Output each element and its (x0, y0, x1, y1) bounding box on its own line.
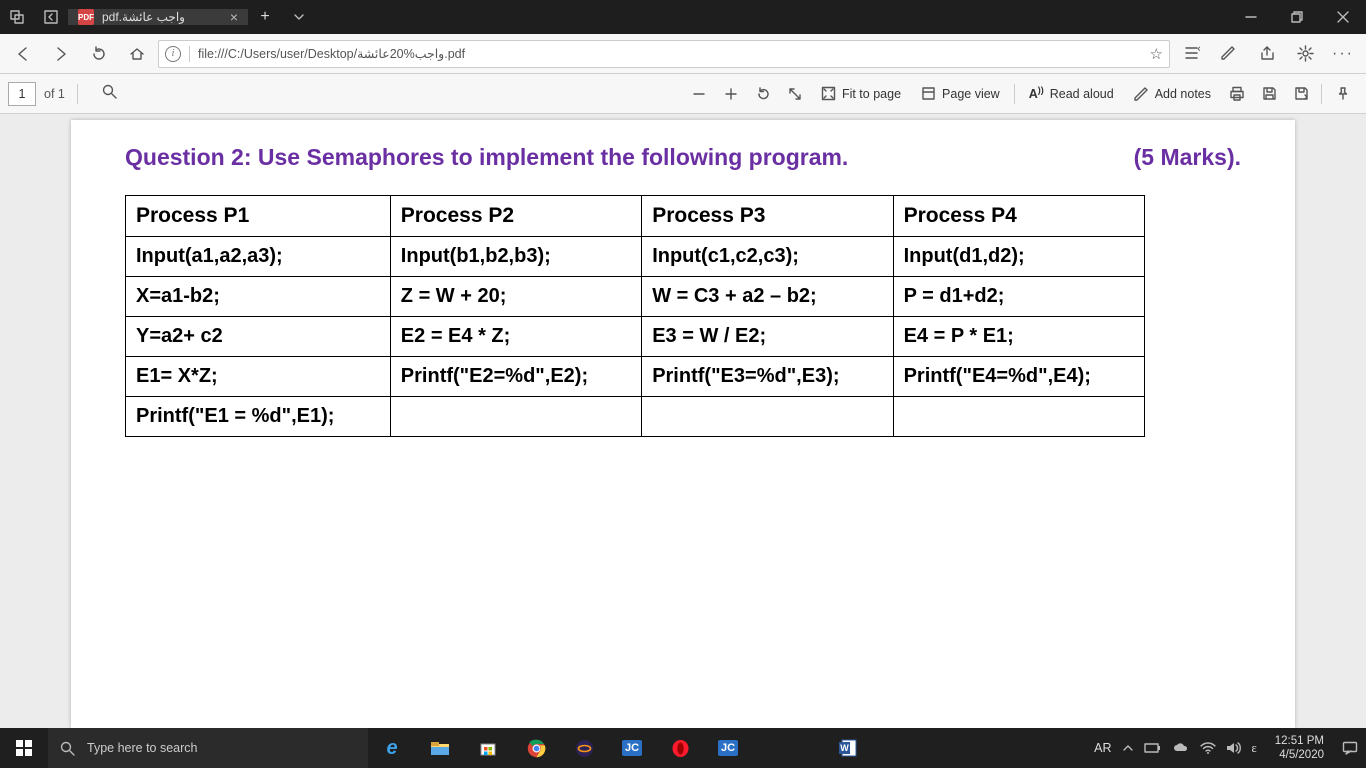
question-marks: (5 Marks). (1134, 144, 1241, 171)
taskbar-app-jcreator-2[interactable]: JC (704, 728, 752, 768)
taskbar-app-eclipse[interactable] (560, 728, 608, 768)
browser-toolbar: i file:///C:/Users/user/Desktop/واجب%20ع… (0, 34, 1366, 74)
tray-time: 12:51 PM (1275, 734, 1324, 748)
add-notes-label: Add notes (1155, 87, 1211, 101)
fit-to-page-label: Fit to page (842, 87, 901, 101)
taskbar-app-jcreator-1[interactable]: JC (608, 728, 656, 768)
home-button[interactable] (120, 37, 154, 71)
tray-language[interactable]: AR (1094, 741, 1111, 755)
minimize-button[interactable] (1228, 0, 1274, 34)
windows-taskbar: Type here to search e JC JC W AR (0, 728, 1366, 768)
set-aside-tabs-icon[interactable] (34, 10, 68, 24)
add-notes-button[interactable]: Add notes (1124, 78, 1221, 110)
back-button[interactable] (6, 37, 40, 71)
taskbar-app-explorer[interactable] (416, 728, 464, 768)
window-titlebar: PDF pdf.واجب عائشة × + (0, 0, 1366, 34)
taskbar-search[interactable]: Type here to search (48, 728, 368, 768)
save-button[interactable] (1253, 78, 1285, 110)
page-view-label: Page view (942, 87, 1000, 101)
table-row: X=a1-b2;Z = W + 20;W = C3 + a2 – b2;P = … (126, 277, 1145, 317)
tray-battery-icon[interactable] (1144, 742, 1162, 754)
tab-title: pdf.واجب عائشة (102, 10, 222, 24)
table-header-row: Process P1 Process P2 Process P3 Process… (126, 196, 1145, 237)
tray-onedrive-icon[interactable] (1172, 742, 1190, 754)
col-header: Process P2 (390, 196, 641, 237)
tab-overflow-icon[interactable] (282, 11, 316, 23)
col-header: Process P3 (642, 196, 893, 237)
taskbar-app-edge[interactable]: e (368, 728, 416, 768)
fit-to-page-button[interactable]: Fit to page (811, 78, 911, 110)
pdf-viewport[interactable]: Question 2: Use Semaphores to implement … (0, 114, 1366, 728)
pdf-file-icon: PDF (78, 9, 94, 25)
tray-ime[interactable]: ε (1252, 741, 1257, 756)
reading-list-icon[interactable] (1174, 37, 1208, 71)
notes-icon[interactable] (1212, 37, 1246, 71)
taskbar-app-store[interactable] (464, 728, 512, 768)
tray-action-center-icon[interactable] (1342, 741, 1358, 756)
tab-actions-icon[interactable] (0, 10, 34, 24)
system-tray: AR ε 12:51 PM 4/5/2020 (1086, 734, 1366, 762)
pdf-toolbar: 1 of 1 Fit to page Page view A)) Read al… (0, 74, 1366, 114)
forward-button[interactable] (44, 37, 78, 71)
svg-text:W: W (840, 743, 849, 753)
site-info-icon[interactable]: i (165, 46, 181, 62)
table-row: Input(a1,a2,a3);Input(b1,b2,b3);Input(c1… (126, 237, 1145, 277)
share-icon[interactable] (1250, 37, 1284, 71)
browser-tab[interactable]: PDF pdf.واجب عائشة × (68, 9, 248, 25)
col-header: Process P4 (893, 196, 1144, 237)
more-menu-icon[interactable]: ··· (1326, 37, 1360, 71)
settings-gear-icon[interactable] (1288, 37, 1322, 71)
print-button[interactable] (1221, 78, 1253, 110)
tray-date: 4/5/2020 (1275, 748, 1324, 762)
start-button[interactable] (0, 728, 48, 768)
address-bar[interactable]: i file:///C:/Users/user/Desktop/واجب%20ع… (158, 40, 1170, 68)
taskbar-app-opera[interactable] (656, 728, 704, 768)
read-aloud-button[interactable]: A)) Read aloud (1019, 78, 1124, 110)
rotate-button[interactable] (747, 78, 779, 110)
table-row: Y=a2+ c2E2 = E4 * Z;E3 = W / E2;E4 = P *… (126, 317, 1145, 357)
tray-wifi-icon[interactable] (1200, 742, 1216, 755)
close-window-button[interactable] (1320, 0, 1366, 34)
save-as-button[interactable] (1285, 78, 1317, 110)
read-aloud-label: Read aloud (1050, 87, 1114, 101)
new-tab-button[interactable]: + (248, 8, 282, 26)
col-header: Process P1 (126, 196, 391, 237)
page-view-button[interactable]: Page view (911, 78, 1010, 110)
pdf-page: Question 2: Use Semaphores to implement … (71, 120, 1295, 728)
close-tab-icon[interactable]: × (230, 9, 238, 25)
table-row: E1= X*Z;Printf("E2=%d",E2);Printf("E3=%d… (126, 357, 1145, 397)
find-icon[interactable] (102, 84, 118, 104)
taskbar-app-chrome[interactable] (512, 728, 560, 768)
process-table: Process P1 Process P2 Process P3 Process… (125, 195, 1145, 437)
zoom-out-button[interactable] (683, 78, 715, 110)
maximize-button[interactable] (1274, 0, 1320, 34)
page-total-label: of 1 (44, 87, 65, 101)
refresh-button[interactable] (82, 37, 116, 71)
favorite-star-icon[interactable]: ☆ (1150, 45, 1163, 63)
question-heading: Question 2: Use Semaphores to implement … (125, 144, 848, 171)
page-number-input[interactable]: 1 (8, 82, 36, 106)
fullscreen-icon[interactable] (779, 78, 811, 110)
table-row: Printf("E1 = %d",E1); (126, 397, 1145, 437)
tray-chevron-up-icon[interactable] (1122, 742, 1134, 754)
url-text: file:///C:/Users/user/Desktop/واجب%20عائ… (198, 46, 465, 61)
pin-toolbar-icon[interactable] (1326, 78, 1358, 110)
tray-volume-icon[interactable] (1226, 741, 1242, 755)
zoom-in-button[interactable] (715, 78, 747, 110)
search-placeholder: Type here to search (87, 741, 197, 755)
taskbar-app-word[interactable]: W (824, 728, 872, 768)
tray-clock[interactable]: 12:51 PM 4/5/2020 (1267, 734, 1332, 762)
